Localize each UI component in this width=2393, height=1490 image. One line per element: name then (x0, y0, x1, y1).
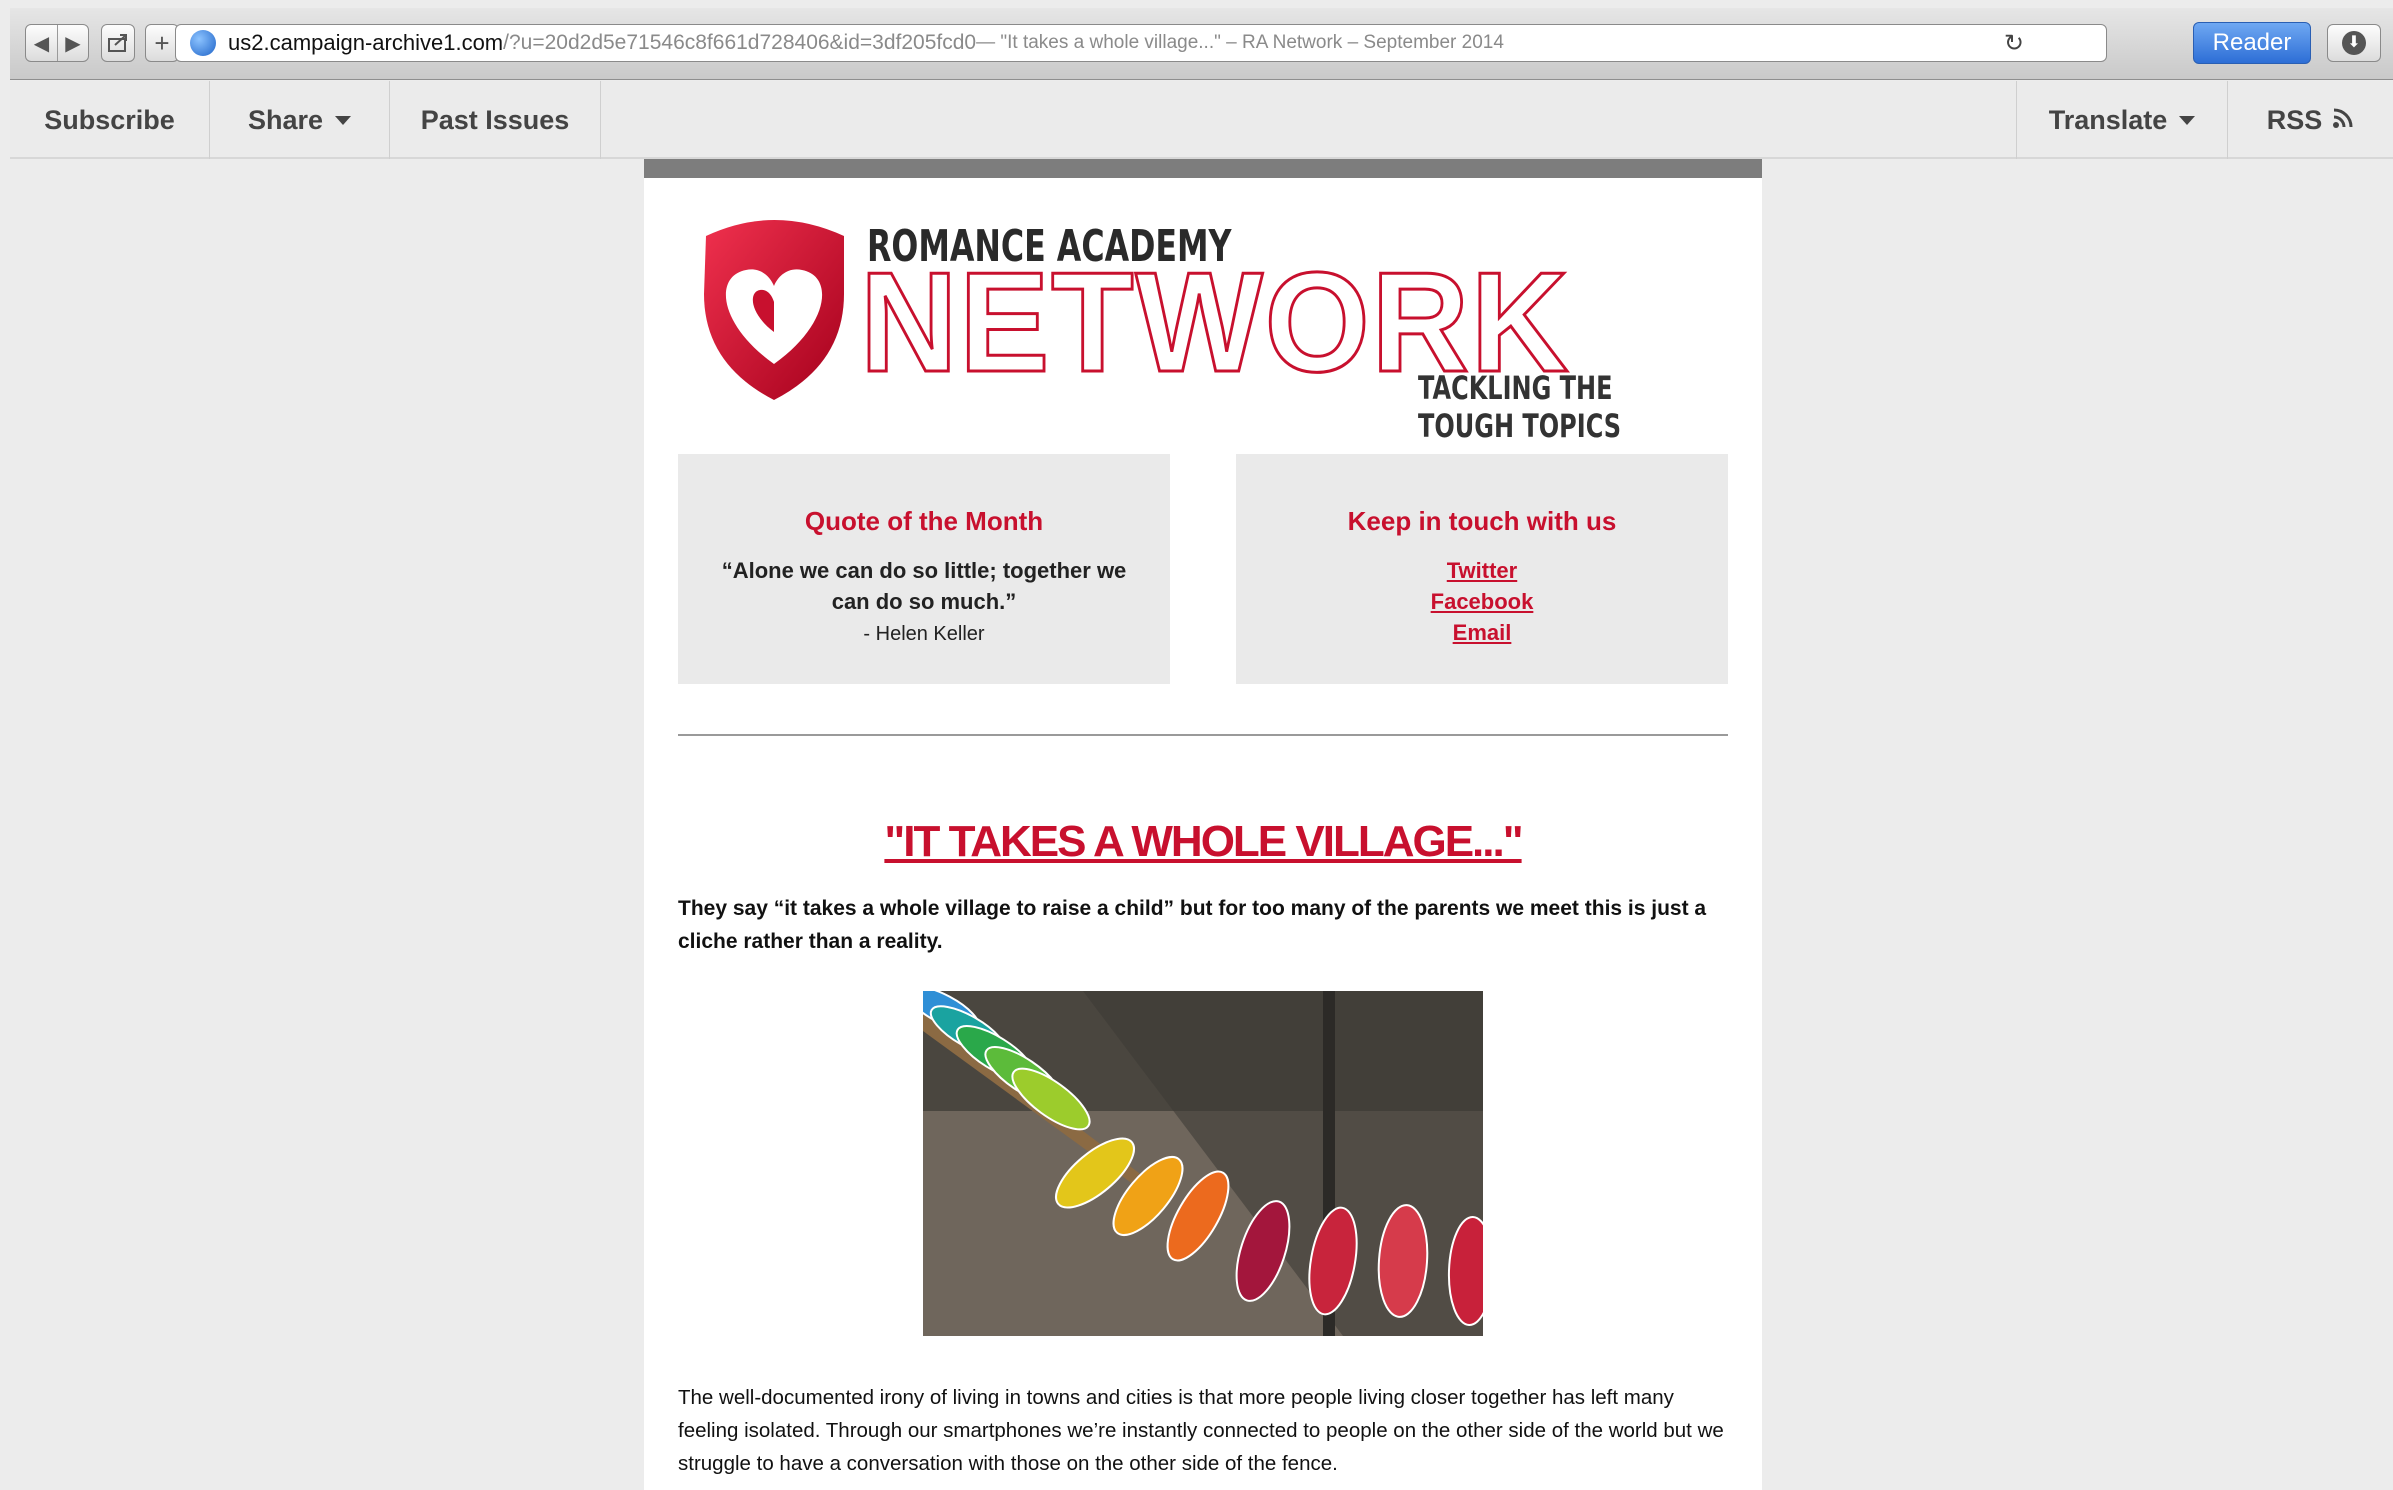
subscribe-link[interactable]: Subscribe (10, 81, 209, 159)
address-bar[interactable]: us2.campaign-archive1.com /?u=20d2d5e715… (175, 24, 2107, 62)
logo-tagline-text: TACKLING THE TOUGH TOPICS (1418, 369, 1622, 445)
share-sheet-icon (102, 25, 134, 61)
newsletter-top-bar (644, 159, 1762, 178)
globe-icon (190, 30, 216, 56)
chevron-down-icon (2179, 115, 2196, 125)
article-intro: They say “it takes a whole village to ra… (678, 897, 1707, 953)
forward-icon[interactable]: ▶ (57, 25, 88, 61)
romance-academy-network-logo: ROMANCE ACADEMY NETWORK TACKLING THE TOU… (698, 209, 1748, 445)
add-bookmark-button[interactable]: + (145, 24, 179, 62)
quote-text: “Alone we can do so little; together we … (721, 558, 1127, 614)
share-sheet-button[interactable] (101, 24, 135, 62)
url-host: us2.campaign-archive1.com (228, 30, 504, 55)
url-path: /?u=20d2d5e71546c8f661d728406&id=3df205f… (503, 31, 977, 54)
article-body: The well-documented irony of living in t… (678, 1386, 1724, 1475)
nav-divider (600, 81, 601, 159)
translate-menu[interactable]: Translate (2017, 81, 2227, 159)
browser-toolbar: ◀ ▶ + us2.campaign-archive1.com /?u=20d2… (10, 8, 2393, 80)
reader-button[interactable]: Reader (2193, 22, 2311, 64)
translate-label: Translate (2048, 104, 2168, 135)
page-title: — "It takes a whole village..." – RA Net… (976, 32, 1504, 53)
quote-author: - Helen Keller (863, 623, 985, 645)
email-link[interactable]: Email (1236, 617, 1728, 648)
rss-label: RSS (2266, 104, 2323, 135)
add-bookmark-icon: + (154, 27, 170, 58)
history-buttons: ◀ ▶ (25, 24, 89, 62)
back-icon[interactable]: ◀ (26, 25, 57, 61)
chevron-down-icon (335, 115, 352, 125)
contact-heading: Keep in touch with us (1347, 506, 1617, 536)
past-issues-label: Past Issues (420, 104, 570, 135)
keep-in-touch-box: Keep in touch with us Twitter Facebook E… (1236, 454, 1728, 684)
archive-nav-bar: Subscribe Share Past Issues Translate RS… (10, 81, 2393, 159)
quote-of-the-month-box: Quote of the Month “Alone we can do so l… (678, 454, 1170, 684)
subscribe-label: Subscribe (44, 104, 175, 135)
shield-heart-icon (704, 220, 844, 400)
download-icon: ⬇ (2342, 31, 2366, 55)
newsletter-canvas: ROMANCE ACADEMY NETWORK TACKLING THE TOU… (644, 159, 1762, 1490)
facebook-link[interactable]: Facebook (1236, 586, 1728, 617)
section-divider (678, 734, 1728, 736)
share-menu[interactable]: Share (210, 81, 389, 159)
quote-heading: Quote of the Month (804, 506, 1044, 536)
rss-icon (2332, 105, 2354, 136)
past-issues-link[interactable]: Past Issues (390, 81, 600, 159)
article-title[interactable]: "IT TAKES A WHOLE VILLAGE..." (644, 817, 1762, 867)
rainbow-sneakers-photo (923, 991, 1483, 1336)
reload-icon[interactable]: ↻ (2004, 25, 2024, 61)
twitter-link[interactable]: Twitter (1236, 555, 1728, 586)
rss-link[interactable]: RSS (2228, 81, 2393, 159)
downloads-button[interactable]: ⬇ (2327, 24, 2381, 62)
share-label: Share (247, 104, 324, 135)
